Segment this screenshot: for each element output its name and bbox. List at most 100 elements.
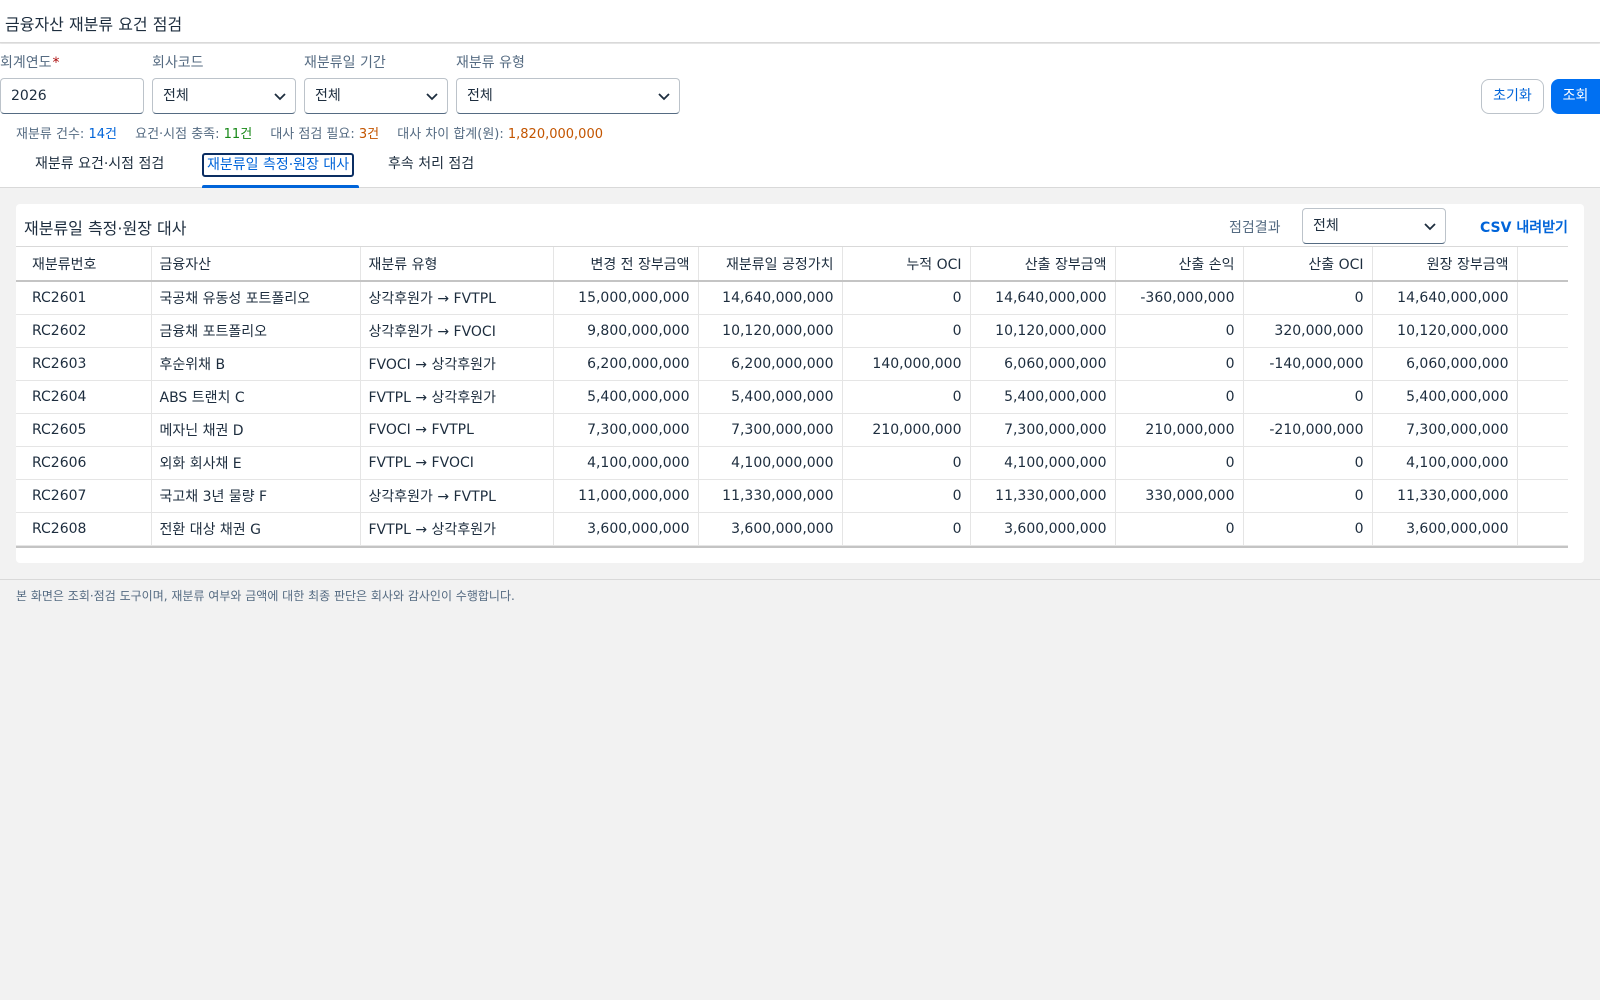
- table-cell: 4,100,000,000: [970, 446, 1116, 480]
- table-cell: 5,400,000,000: [553, 380, 699, 414]
- table-cell: RC2607: [16, 479, 152, 513]
- table-cell: 15,000,000,000: [553, 281, 699, 315]
- table-cell: 후순위채 B: [151, 347, 361, 381]
- fiscal-year-input[interactable]: 2026: [0, 78, 144, 114]
- measurement-card: 재분류일 측정·원장 대사 점검결과 전체 CSV 내려받기 재분류번호 금융자…: [16, 204, 1584, 563]
- col-header-clipped[interactable]: [1517, 247, 1568, 282]
- table-row[interactable]: RC2604 ABS 트랜치 C FVTPL → 상각후원가 5,400,000,00…: [16, 380, 1568, 414]
- table-cell: 0: [1115, 347, 1244, 381]
- col-header-calc-pl[interactable]: 산출 손익: [1115, 247, 1244, 282]
- table-cell: 메자닌 채권 D: [151, 413, 361, 447]
- table-cell: RC2605: [16, 413, 152, 447]
- col-header-fair-value[interactable]: 재분류일 공정가치: [698, 247, 843, 282]
- tab-bar: 재분류 요건·시점 점검 재분류일 측정·원장 대사 후속 처리 점검: [0, 144, 1600, 188]
- reclass-type-select[interactable]: 전체: [456, 78, 680, 114]
- tab-requirements[interactable]: 재분류 요건·시점 점검: [32, 153, 167, 177]
- table-row[interactable]: RC2606 외화 회사채 E FVTPL → FVOCI 4,100,000,000…: [16, 446, 1568, 480]
- table-cell: RC2603: [16, 347, 152, 381]
- table-cell: 7,300,000,000: [1372, 413, 1518, 447]
- table-cell: 140,000,000: [842, 347, 971, 381]
- table-cell: FVOCI → 상각후원가: [360, 347, 554, 381]
- col-header-reclass-type[interactable]: 재분류 유형: [360, 247, 554, 282]
- summary-check: 대사 점검 필요: 3건: [270, 127, 380, 142]
- table-cell: 6,200,000,000: [553, 347, 699, 381]
- table-row[interactable]: RC2603 후순위채 B FVOCI → 상각후원가 6,200,000,000 6,…: [16, 347, 1568, 381]
- table-cell: 11,000,000,000: [553, 479, 699, 513]
- table-cell: 4,100,000,000: [698, 446, 843, 480]
- company-code-value: 전체: [163, 88, 189, 104]
- table-cell: [1517, 314, 1568, 348]
- col-header-reclass-no[interactable]: 재분류번호: [16, 247, 152, 282]
- table-cell: 금융채 포트폴리오: [151, 314, 361, 348]
- filter-bar: 회계연도* 2026 회사코드 전체 재분류일 기간 전체 재분류 유형 전체 …: [0, 44, 1600, 144]
- table-cell: 3,600,000,000: [1372, 512, 1518, 546]
- table-cell: 0: [842, 479, 971, 513]
- table-cell: 14,640,000,000: [1372, 281, 1518, 315]
- table-row[interactable]: RC2608 전환 대상 채권 G FVTPL → 상각후원가 3,600,000,0…: [16, 512, 1568, 546]
- table-row[interactable]: RC2602 금융채 포트폴리오 상각후원가 → FVOCI 9,800,000,00…: [16, 314, 1568, 348]
- reset-button[interactable]: 초기화: [1481, 79, 1544, 114]
- col-header-calc-carrying[interactable]: 산출 장부금액: [970, 247, 1116, 282]
- table-cell: 0: [1115, 314, 1244, 348]
- table-cell: 0: [842, 446, 971, 480]
- table-cell: FVTPL → 상각후원가: [360, 380, 554, 414]
- table-cell: 0: [842, 314, 971, 348]
- disclaimer-text: 본 화면은 조회·점검 도구이며, 재분류 여부와 금액에 대한 최종 판단은 …: [16, 589, 515, 603]
- table-header-row: 재분류번호 금융자산 재분류 유형 변경 전 장부금액 재분류일 공정가치 누적…: [16, 247, 1568, 282]
- table-cell: ABS 트랜치 C: [151, 380, 361, 414]
- table-row[interactable]: RC2601 국공채 유동성 포트폴리오 상각후원가 → FVTPL 15,000,0…: [16, 281, 1568, 315]
- reclass-type-value: 전체: [467, 88, 493, 104]
- table-cell: 0: [842, 281, 971, 315]
- page-title: 금융자산 재분류 요건 점검: [5, 15, 183, 34]
- chevron-down-icon: [1424, 223, 1436, 231]
- card-title: 재분류일 측정·원장 대사: [24, 219, 187, 238]
- company-code-select[interactable]: 전체: [152, 78, 296, 114]
- table-cell: FVTPL → FVOCI: [360, 446, 554, 480]
- reclass-period-select[interactable]: 전체: [304, 78, 448, 114]
- table-cell: 3,600,000,000: [553, 512, 699, 546]
- table-cell: 0: [842, 512, 971, 546]
- result-filter-select[interactable]: 전체: [1302, 208, 1446, 244]
- reclass-period-label: 재분류일 기간: [304, 55, 386, 71]
- col-header-ledger-carrying[interactable]: 원장 장부금액: [1372, 247, 1518, 282]
- table-cell: 상각후원가 → FVOCI: [360, 314, 554, 348]
- csv-download-link[interactable]: CSV 내려받기: [1480, 217, 1568, 237]
- table-cell: 14,640,000,000: [698, 281, 843, 315]
- col-header-calc-oci[interactable]: 산출 OCI: [1243, 247, 1373, 282]
- table-cell: 외화 회사채 E: [151, 446, 361, 480]
- summary-bar: 재분류 건수: 14건 요건·시점 충족: 11건 대사 점검 필요: 3건 대…: [16, 123, 617, 142]
- table-cell: RC2602: [16, 314, 152, 348]
- result-filter-label: 점검결과: [1229, 220, 1281, 236]
- table-cell: 6,200,000,000: [698, 347, 843, 381]
- table-cell: 0: [1115, 380, 1244, 414]
- col-header-cumulative-oci[interactable]: 누적 OCI: [842, 247, 971, 282]
- table-cell: 3,600,000,000: [698, 512, 843, 546]
- tab-measurement[interactable]: 재분류일 측정·원장 대사: [202, 153, 355, 177]
- table-cell: 0: [842, 380, 971, 414]
- search-button[interactable]: 조회: [1551, 79, 1600, 114]
- required-mark: *: [52, 55, 60, 71]
- table-row[interactable]: RC2605 메자닌 채권 D FVOCI → FVTPL 7,300,000,000…: [16, 413, 1568, 447]
- tab-followup[interactable]: 후속 처리 점검: [385, 153, 477, 177]
- reclass-period-value: 전체: [315, 88, 341, 104]
- table-cell: RC2606: [16, 446, 152, 480]
- table-cell: 6,060,000,000: [1372, 347, 1518, 381]
- measurement-table: 재분류번호 금융자산 재분류 유형 변경 전 장부금액 재분류일 공정가치 누적…: [16, 246, 1568, 551]
- table-cell: 7,300,000,000: [970, 413, 1116, 447]
- table-cell: 6,060,000,000: [970, 347, 1116, 381]
- table-cell: 0: [1243, 446, 1373, 480]
- table-cell: 상각후원가 → FVTPL: [360, 281, 554, 315]
- col-header-prior-carrying[interactable]: 변경 전 장부금액: [553, 247, 699, 282]
- table-cell: 3,600,000,000: [970, 512, 1116, 546]
- table-cell: RC2608: [16, 512, 152, 546]
- table-cell: [1517, 380, 1568, 414]
- table-cell: [1517, 446, 1568, 480]
- col-header-asset[interactable]: 금융자산: [151, 247, 361, 282]
- footer-divider: [0, 579, 1600, 580]
- table-cell: 11,330,000,000: [698, 479, 843, 513]
- table-bottom-border: [16, 546, 1568, 548]
- table-cell: 상각후원가 → FVTPL: [360, 479, 554, 513]
- chevron-down-icon: [658, 93, 670, 101]
- table-cell: -36: [1517, 281, 1568, 315]
- table-row[interactable]: RC2607 국고채 3년 물량 F 상각후원가 → FVTPL 11,000,000…: [16, 479, 1568, 513]
